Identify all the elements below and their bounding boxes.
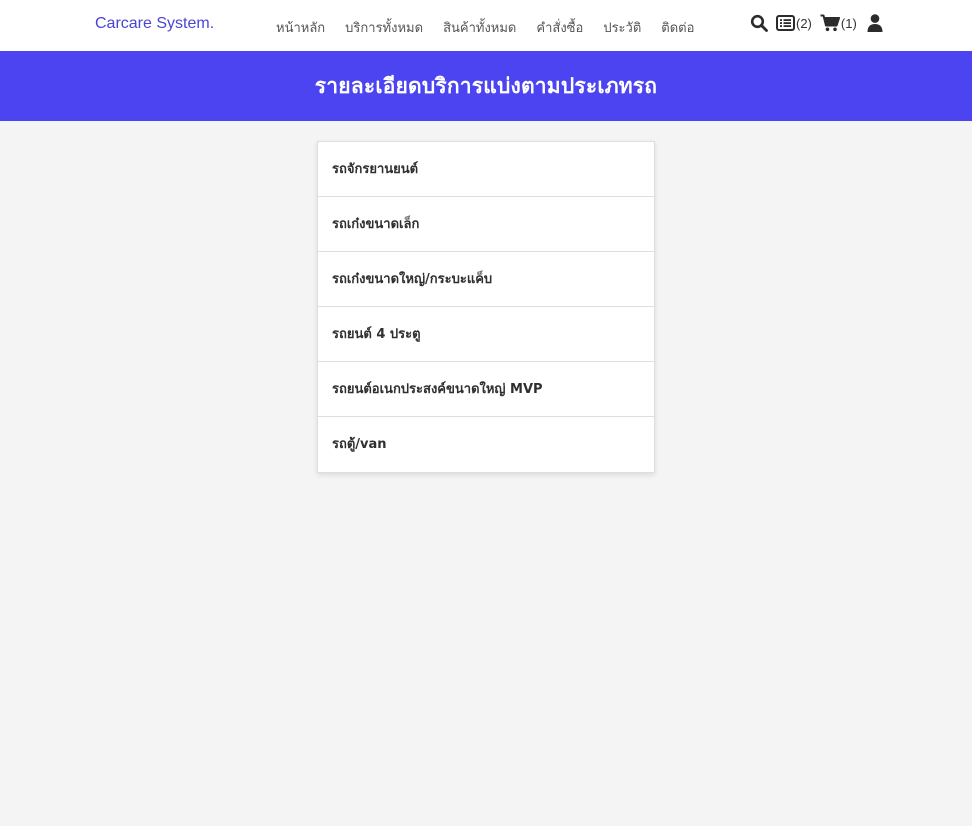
nav-link-home[interactable]: หน้าหลัก — [276, 17, 325, 38]
vehicle-type-mvp[interactable]: รถยนต์อเนกประสงค์ขนาดใหญ่ MVP — [318, 362, 654, 417]
orders-count: (2) — [796, 15, 812, 31]
user-icon — [867, 14, 883, 32]
vehicle-type-list: รถจักรยานยนต์ รถเก๋งขนาดเล็ก รถเก๋งขนาดใ… — [317, 141, 655, 473]
page-title: รายละเอียดบริการแบ่งตามประเภทรถ — [314, 73, 658, 98]
search-icon — [750, 14, 768, 32]
vehicle-type-van[interactable]: รถตู้/van — [318, 417, 654, 472]
nav-links: หน้าหลัก บริการทั้งหมด สินค้าทั้งหมด คำส… — [276, 17, 694, 38]
search-button[interactable] — [750, 14, 768, 32]
brand-logo-link[interactable]: Carcare System. — [95, 15, 214, 33]
vehicle-type-large-sedan-pickup[interactable]: รถเก๋งขนาดใหญ่/กระบะแค็บ — [318, 252, 654, 307]
nav-icons: (2) (1) — [750, 14, 883, 32]
cart-count: (1) — [840, 15, 857, 31]
cart-button[interactable]: (1) — [820, 14, 857, 32]
vehicle-type-small-sedan[interactable]: รถเก๋งขนาดเล็ก — [318, 197, 654, 252]
nav-link-all-products[interactable]: สินค้าทั้งหมด — [443, 17, 516, 38]
cart-icon — [820, 14, 840, 32]
nav-link-all-services[interactable]: บริการทั้งหมด — [345, 17, 423, 38]
nav-link-history[interactable]: ประวัติ — [603, 17, 641, 38]
list-icon — [776, 15, 795, 31]
user-account-button[interactable] — [867, 14, 883, 32]
orders-list-button[interactable]: (2) — [776, 15, 812, 31]
vehicle-type-four-door[interactable]: รถยนต์ 4 ประตู — [318, 307, 654, 362]
top-navbar: Carcare System. หน้าหลัก บริการทั้งหมด ส… — [0, 0, 972, 51]
page-banner: รายละเอียดบริการแบ่งตามประเภทรถ — [0, 51, 972, 121]
nav-link-contact[interactable]: ติดต่อ — [661, 17, 694, 38]
nav-link-orders[interactable]: คำสั่งซื้อ — [536, 17, 583, 38]
vehicle-type-motorcycle[interactable]: รถจักรยานยนต์ — [318, 142, 654, 197]
